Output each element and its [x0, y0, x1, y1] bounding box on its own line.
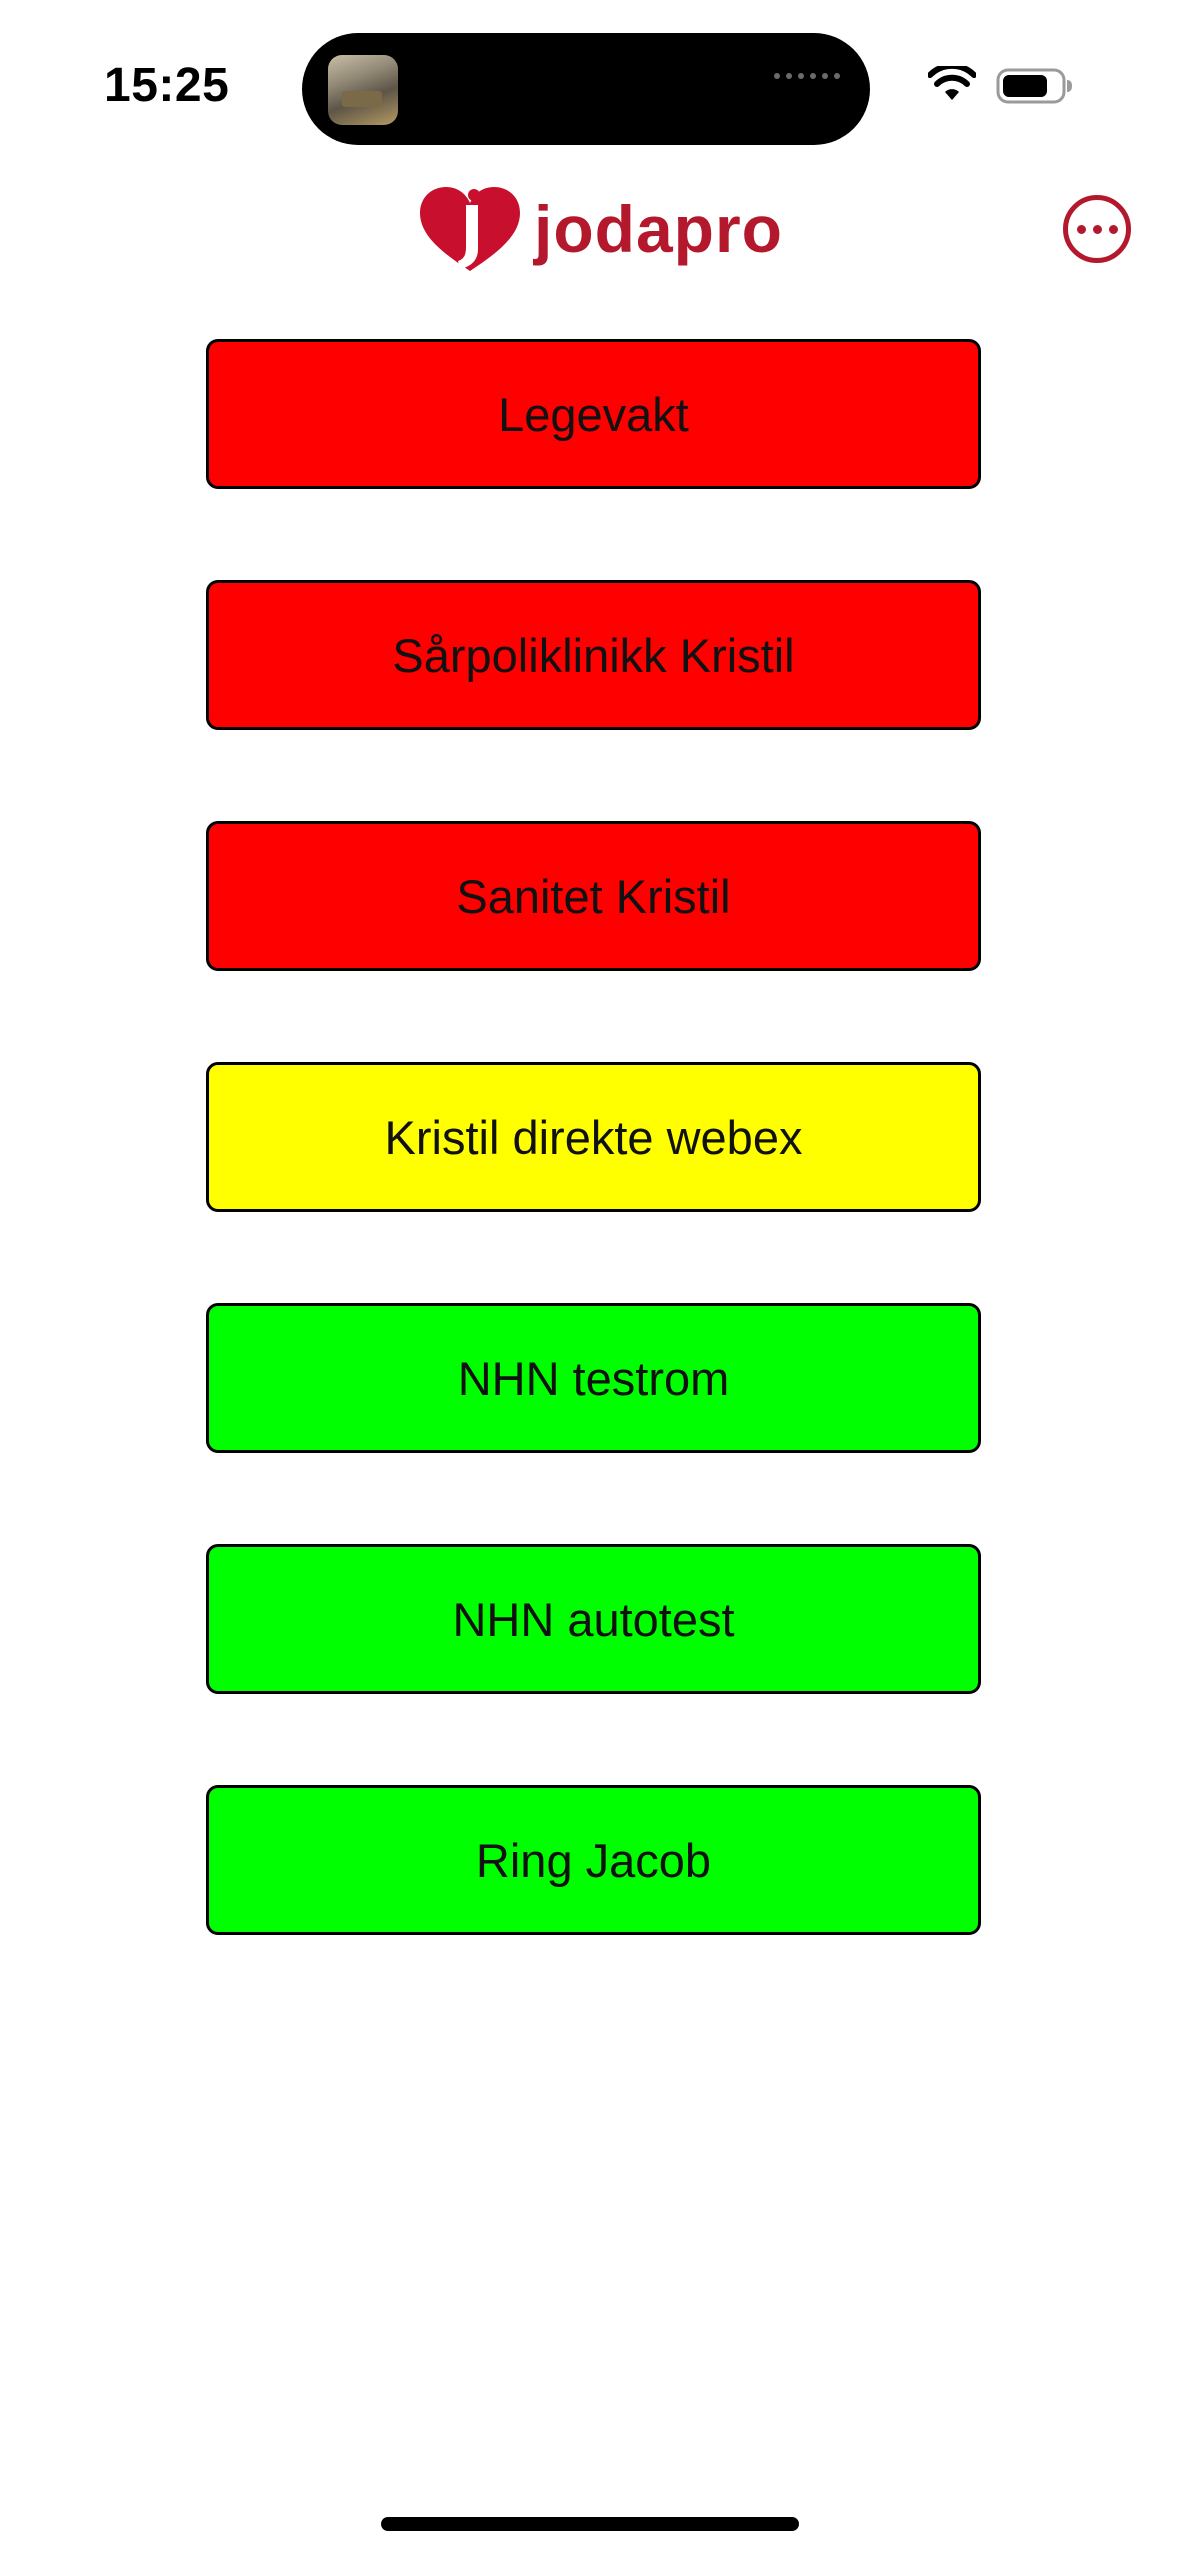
button-label: NHN autotest	[452, 1592, 735, 1646]
jodapro-logo: jodapro	[416, 184, 783, 274]
heart-logo-icon	[420, 187, 520, 271]
button-label: Sanitet Kristil	[456, 869, 731, 923]
sarpoliklinikk-kristil-button[interactable]: Sårpoliklinikk Kristil	[206, 580, 981, 730]
legevakt-button[interactable]: Legevakt	[206, 339, 981, 489]
call-button-list: Legevakt Sårpoliklinikk Kristil Sanitet …	[206, 339, 981, 2026]
ring-jacob-button[interactable]: Ring Jacob	[206, 1785, 981, 1935]
button-label: NHN testrom	[457, 1351, 730, 1405]
now-playing-thumbnail	[328, 55, 398, 125]
home-indicator[interactable]	[381, 2517, 799, 2531]
audio-waveform-icon	[774, 73, 840, 79]
button-label: Sårpoliklinikk Kristil	[392, 628, 795, 682]
nhn-testrom-button[interactable]: NHN testrom	[206, 1303, 981, 1453]
ellipsis-circle-icon	[1076, 224, 1086, 234]
sanitet-kristil-button[interactable]: Sanitet Kristil	[206, 821, 981, 971]
more-options-button[interactable]	[1063, 195, 1131, 263]
kristil-direkte-webex-button[interactable]: Kristil direkte webex	[206, 1062, 981, 1212]
button-label: Ring Jacob	[475, 1833, 712, 1887]
button-label: Kristil direkte webex	[384, 1110, 803, 1164]
nhn-autotest-button[interactable]: NHN autotest	[206, 1544, 981, 1694]
wifi-icon	[928, 66, 976, 100]
dynamic-island[interactable]	[302, 33, 870, 145]
logo-text: jodapro	[534, 192, 783, 266]
button-label: Legevakt	[498, 387, 689, 441]
battery-icon	[996, 68, 1072, 104]
status-time: 15:25	[104, 59, 230, 112]
